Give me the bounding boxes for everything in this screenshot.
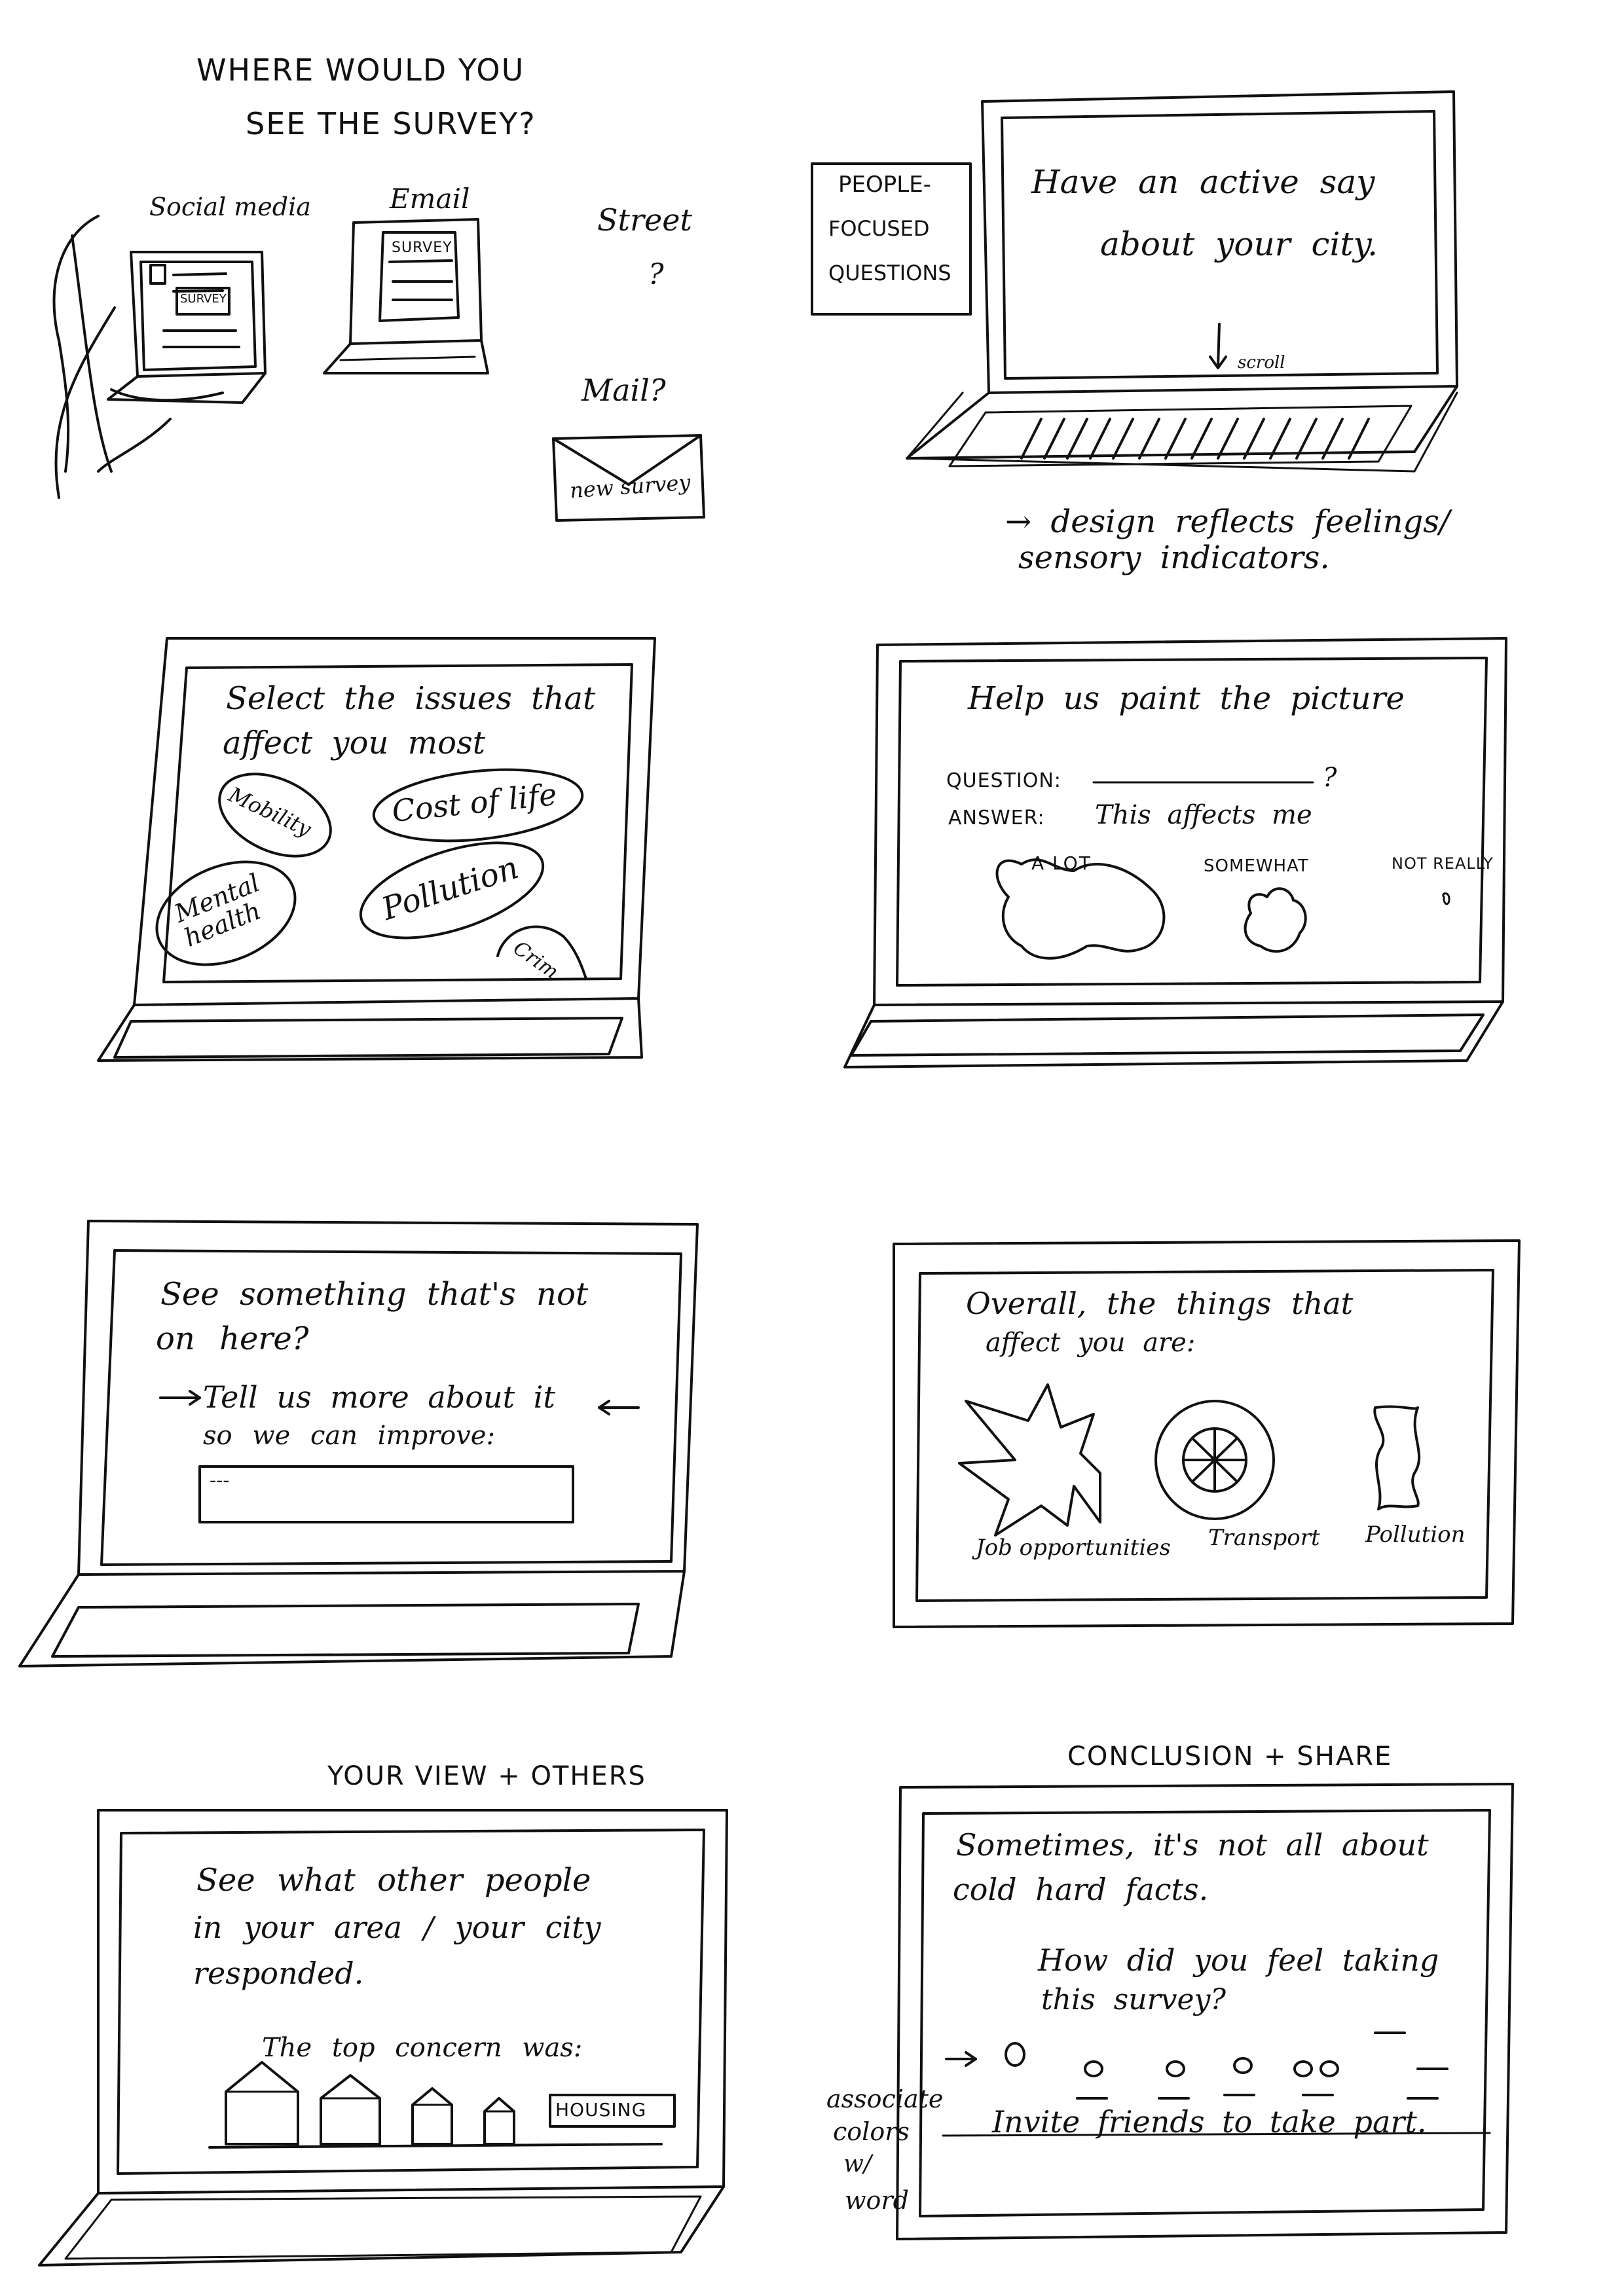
panel7-header: YOUR VIEW + OTHERS — [327, 1761, 646, 1791]
not-really-blob — [1442, 892, 1450, 905]
panel3-line2: affect you most — [223, 725, 485, 761]
email-label: Email — [390, 183, 470, 215]
housing-tag: HOUSING — [555, 2099, 647, 2121]
panel2-screen-line1: Have an active say — [1031, 163, 1375, 201]
house-4 — [483, 2097, 515, 2145]
side-note-line2: colors — [833, 2117, 910, 2146]
invite-link[interactable]: Invite friends to take part. — [992, 2105, 1426, 2140]
side-box-line3: QUESTIONS — [828, 261, 951, 285]
street-label: Street — [597, 202, 692, 238]
social-media-label: Social media — [149, 192, 311, 221]
panel8-line2: cold hard facts. — [953, 1872, 1209, 1907]
mail-label: Mail? — [581, 373, 666, 408]
panel7-line2: in your area / your city — [193, 1910, 601, 1945]
panel7-line3: responded. — [193, 1956, 364, 1991]
panel2-note-line1: → design reflects feelings/ — [1005, 503, 1450, 540]
panel7-line4: The top concern was: — [262, 2033, 583, 2063]
job-shape — [958, 1383, 1101, 1537]
panel5-line1: See something that's not — [160, 1276, 589, 1313]
panel7-line1: See what other people — [196, 1862, 591, 1899]
side-note-line3: w/ — [843, 2151, 872, 2178]
panel5-line3: Tell us more about it — [203, 1379, 555, 1415]
item-transport: Transport — [1208, 1525, 1320, 1551]
option-a-lot[interactable]: A LOT — [1031, 852, 1092, 874]
a-lot-blob — [995, 858, 1166, 960]
panel6-line1: Overall, the things that — [966, 1286, 1354, 1321]
panel8-header: CONCLUSION + SHARE — [1067, 1741, 1393, 1772]
street-question-mark: ? — [648, 258, 664, 291]
panel2-screen-line2: about your city. — [1100, 225, 1378, 263]
question-label: QUESTION: — [946, 769, 1061, 792]
social-phone-sketch — [107, 251, 267, 404]
email-survey-tag: SURVEY — [392, 240, 452, 256]
side-note-line4: word — [845, 2186, 909, 2215]
pollution-shape — [1373, 1405, 1421, 1510]
side-note-line1: associate — [826, 2085, 944, 2113]
social-survey-tag: SURVEY — [180, 292, 227, 306]
panel8-line1: Sometimes, it's not all about — [956, 1827, 1429, 1863]
panel2-note-line2: sensory indicators. — [1018, 539, 1330, 576]
scroll-label: scroll — [1238, 353, 1285, 373]
side-box-line2: FOCUSED — [828, 216, 930, 241]
panel5-line2: on here? — [156, 1321, 309, 1357]
somewhat-blob — [1244, 887, 1307, 953]
panel6-line2: affect you are: — [986, 1328, 1196, 1358]
house-1 — [225, 2061, 299, 2145]
feedback-input[interactable]: --- — [210, 1469, 570, 1516]
panel3-line1: Select the issues that — [226, 680, 596, 717]
person-sketch — [52, 215, 172, 499]
panel1-title-line2: SEE THE SURVEY? — [246, 106, 536, 141]
panel4-title: Help us paint the picture — [968, 680, 1405, 717]
panel8-line4: this survey? — [1041, 1983, 1226, 2016]
option-somewhat[interactable]: SOMEWHAT — [1204, 856, 1309, 876]
option-not-really[interactable]: NOT REALLY — [1392, 854, 1494, 873]
item-job-opportunities: Job opportunities — [976, 1535, 1171, 1561]
panel1-title-line1: WHERE WOULD YOU — [196, 52, 525, 88]
answer-label: ANSWER: — [948, 807, 1045, 829]
answer-text: This affects me — [1095, 800, 1312, 830]
question-end: ? — [1323, 763, 1337, 793]
panel5-line4: so we can improve: — [203, 1421, 495, 1451]
panel8-line3: How did you feel taking — [1038, 1942, 1439, 1978]
item-pollution: Pollution — [1365, 1522, 1466, 1548]
house-2 — [320, 2074, 381, 2145]
house-3 — [411, 2087, 453, 2145]
side-box-line1: PEOPLE- — [838, 172, 931, 198]
